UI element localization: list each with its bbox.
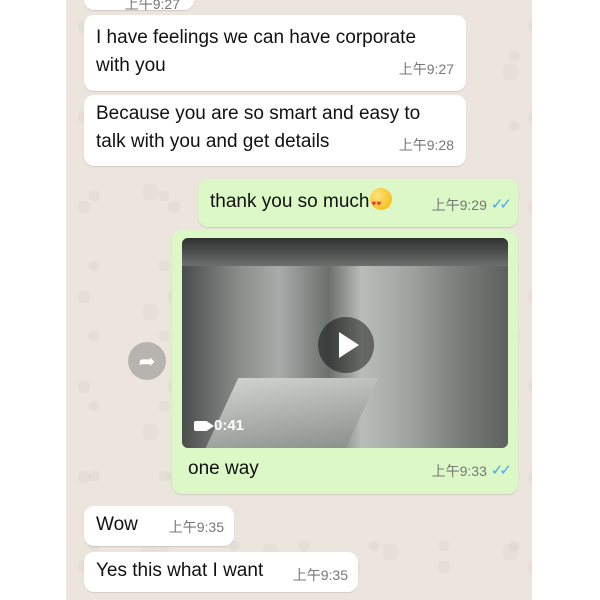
video-camera-icon <box>194 421 214 431</box>
video-caption: one way <box>188 458 259 479</box>
message-text: I have feelings we can have corporate wi… <box>96 27 417 76</box>
message-text: Because you are so smart and easy to tal… <box>96 103 421 152</box>
message-time: 上午9:28 <box>398 137 454 153</box>
message-meta: 上午9:29 ✓✓ <box>431 191 512 219</box>
message-bubble-partial[interactable]: 上午9:27 <box>84 0 194 12</box>
smiling-face-with-hearts-icon <box>370 188 393 218</box>
message-meta: 上午9:33 ✓✓ <box>431 457 512 485</box>
message-text: thank you so much <box>210 191 370 212</box>
message-time: 上午9:27 <box>398 61 454 77</box>
video-duration: 0:41 <box>194 412 244 440</box>
message-bubble[interactable]: I have feelings we can have corporate wi… <box>84 15 466 91</box>
video-message-bubble[interactable]: 0:41 one way 上午9:33 ✓✓ <box>172 230 518 494</box>
read-receipt-icon: ✓✓ <box>490 196 512 213</box>
video-scene-ceiling <box>182 238 508 266</box>
message-time: 上午9:35 <box>292 567 348 583</box>
play-icon[interactable] <box>318 317 374 373</box>
message-bubble-outgoing[interactable]: thank you so much 上午9:29 ✓✓ <box>198 179 518 227</box>
video-duration-text: 0:41 <box>214 417 245 434</box>
message-text-row: thank you so much <box>210 188 393 218</box>
video-thumbnail[interactable]: 0:41 <box>182 238 508 448</box>
message-bubble[interactable]: Because you are so smart and easy to tal… <box>84 95 466 166</box>
message-bubble[interactable]: Yes this what I want 上午9:35 <box>84 552 358 592</box>
read-receipt-icon: ✓✓ <box>490 462 512 479</box>
message-bubble[interactable]: Wow 上午9:35 <box>84 506 234 546</box>
message-time: 上午9:33 <box>431 463 487 479</box>
message-text: Yes this what I want <box>96 560 264 581</box>
chat-area: 上午9:27 I have feelings we can have corpo… <box>66 0 532 600</box>
message-time: 上午9:29 <box>431 197 487 213</box>
forward-icon[interactable] <box>128 342 166 380</box>
message-text: Wow <box>96 514 138 535</box>
message-time: 上午9:35 <box>168 519 224 535</box>
